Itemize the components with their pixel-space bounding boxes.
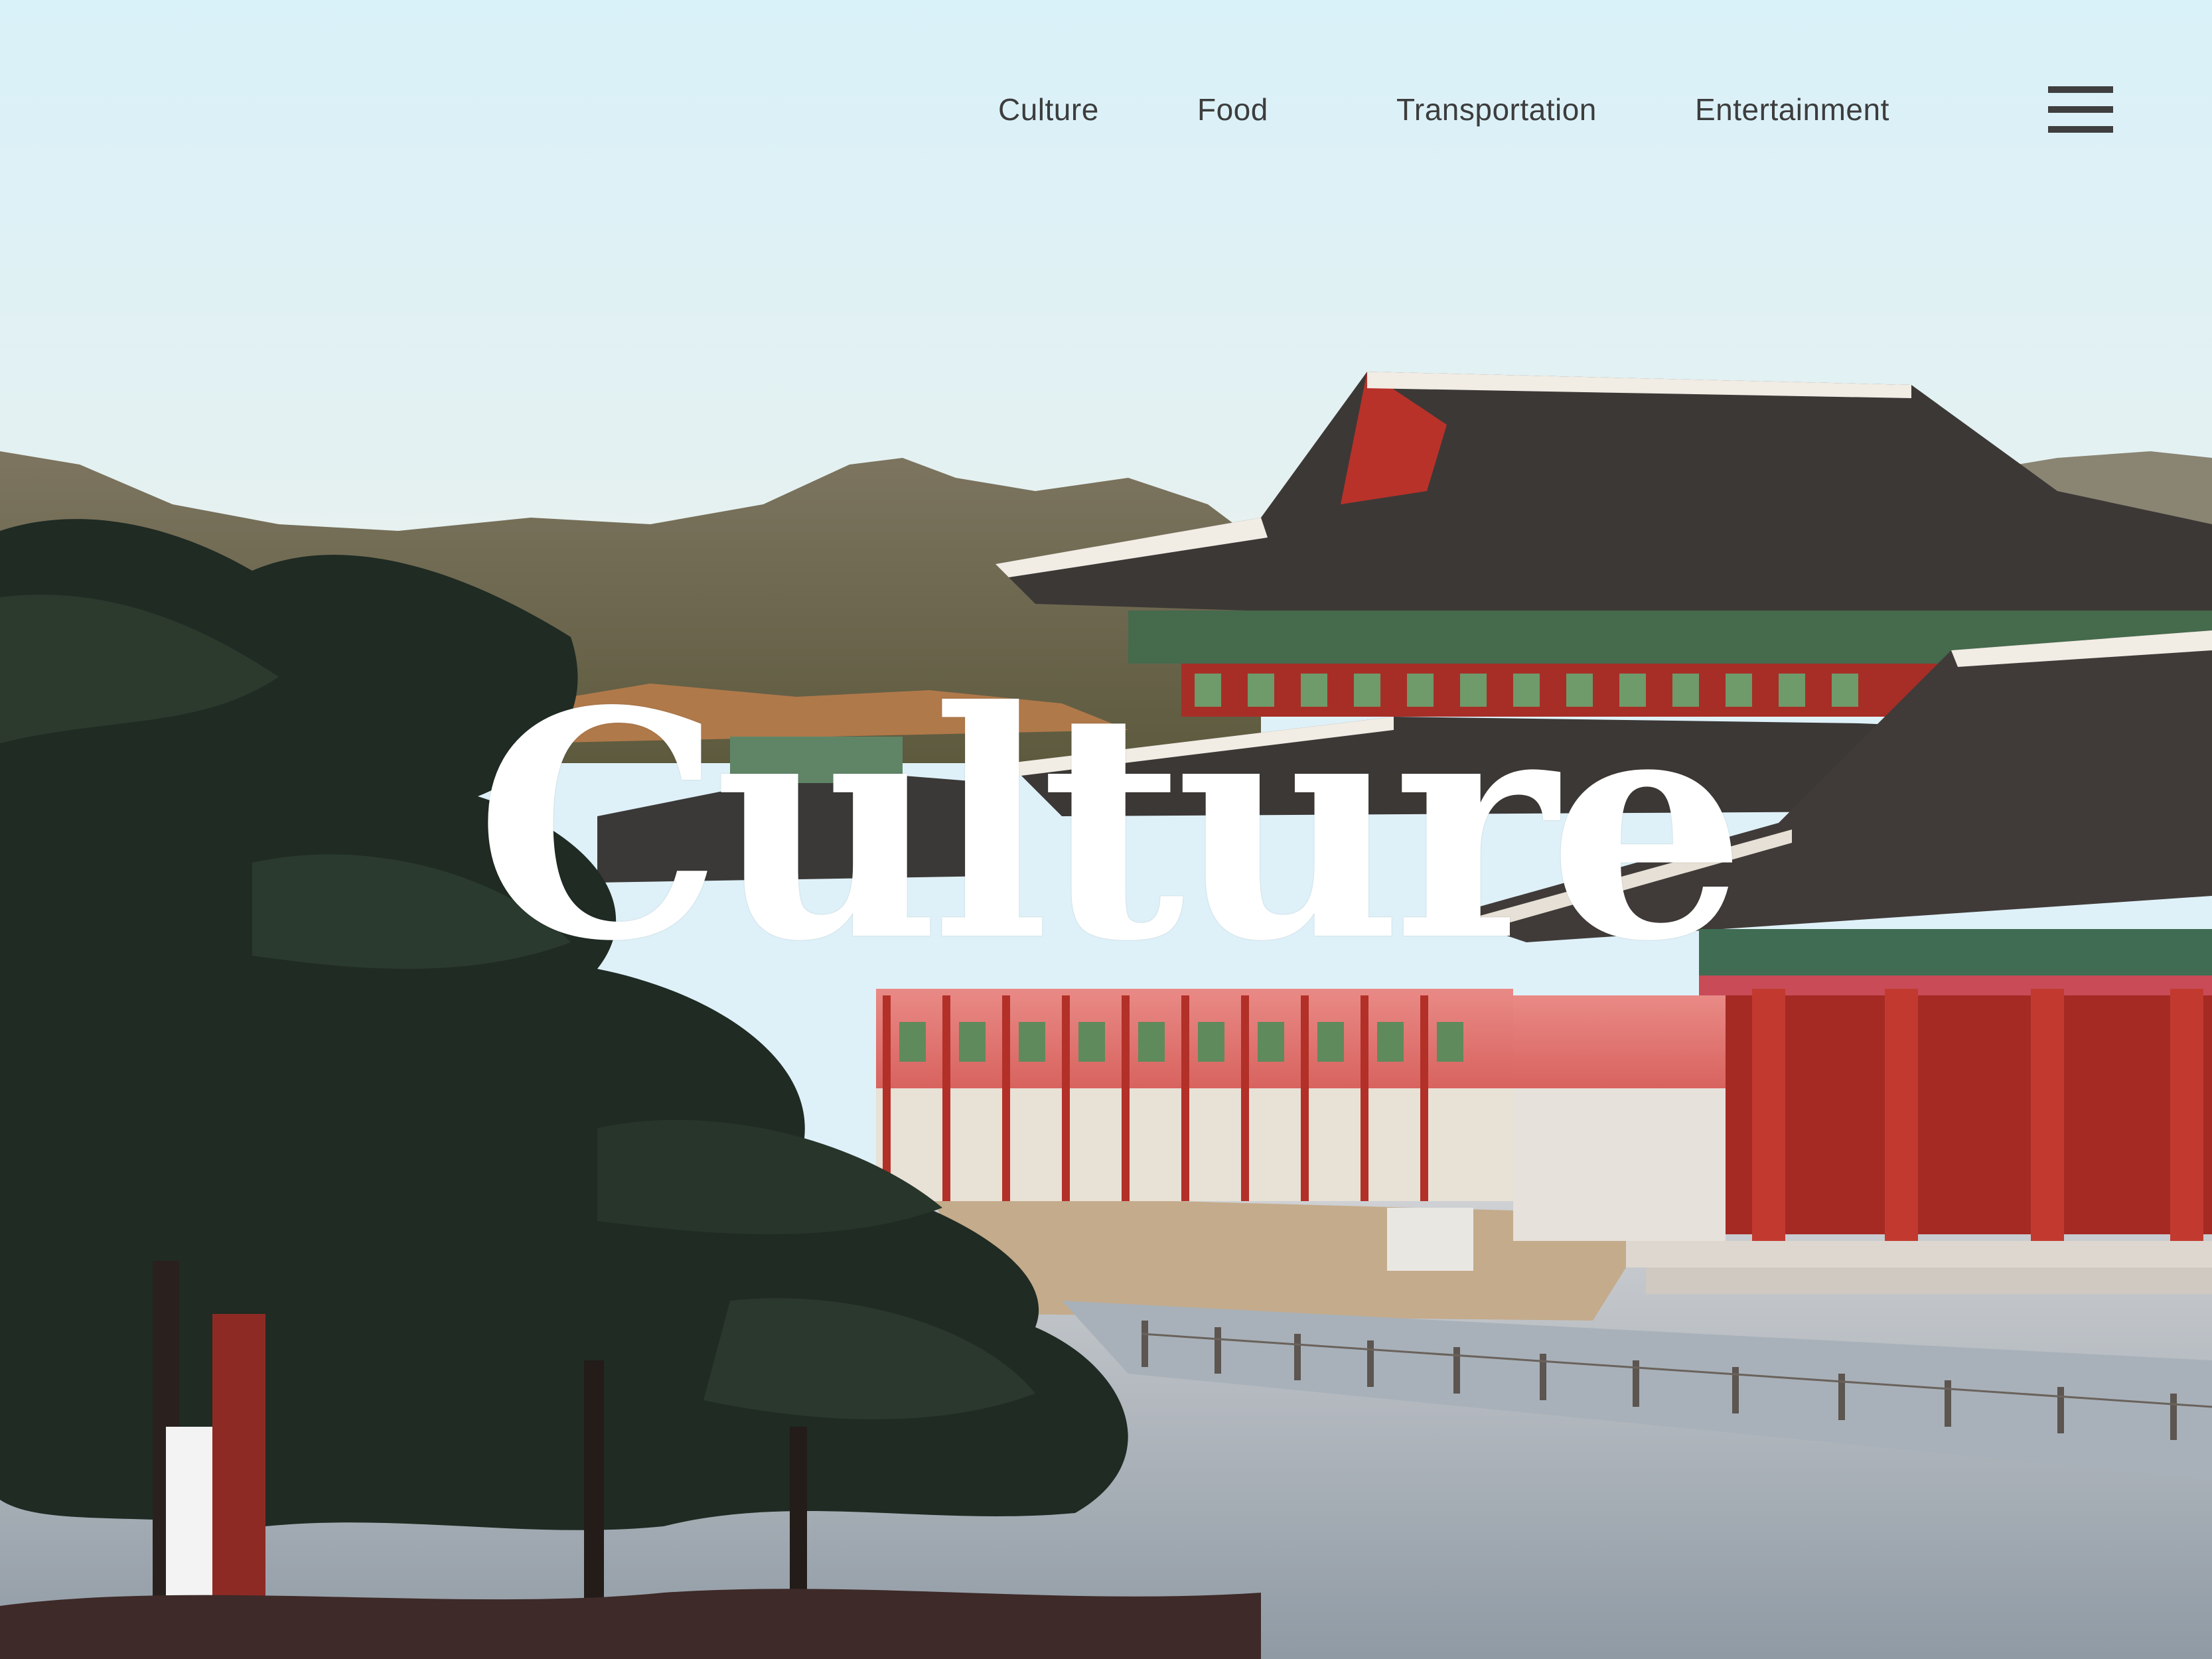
top-navigation: Culture Food Transportation Entertainmen… xyxy=(0,92,2212,131)
nav-item-food[interactable]: Food xyxy=(1197,92,1268,127)
nav-item-transportation[interactable]: Transportation xyxy=(1396,92,1597,127)
palace-gate xyxy=(1726,995,2212,1234)
menu-bar xyxy=(2048,126,2113,133)
hamburger-menu-icon[interactable] xyxy=(2048,86,2113,134)
hero-title: Culture xyxy=(475,643,1747,1009)
menu-bar xyxy=(2048,86,2113,93)
menu-bar xyxy=(2048,106,2113,113)
nav-item-entertainment[interactable]: Entertainment xyxy=(1695,92,1889,127)
nav-item-culture[interactable]: Culture xyxy=(998,92,1099,127)
